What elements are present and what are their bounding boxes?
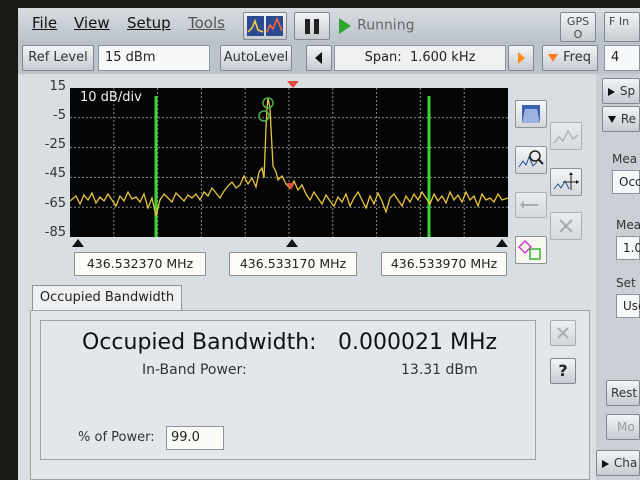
freq-label: Freq	[563, 50, 591, 65]
marker-circle	[258, 110, 270, 122]
gps-label: GPS	[566, 15, 590, 28]
markers-icon	[517, 239, 541, 260]
f-in-label: F In	[609, 15, 630, 28]
meas-label: Mea	[612, 152, 638, 166]
y-tick: -85	[44, 225, 66, 240]
spectrum-plot[interactable]: 10 dB/div	[69, 88, 509, 237]
side-panel-cha-section[interactable]: Cha	[596, 450, 640, 476]
play-icon	[339, 17, 351, 34]
side-item-label: Cha	[613, 456, 638, 470]
span-decrease-button[interactable]	[306, 45, 332, 71]
delete-button[interactable]	[550, 212, 582, 240]
menu-tools[interactable]: Tools	[188, 14, 225, 32]
menu-view[interactable]: View	[74, 14, 110, 32]
running-status: Running	[338, 15, 414, 35]
running-label: Running	[357, 17, 415, 34]
chevron-down-icon	[548, 53, 558, 62]
side-panel-span-section[interactable]: Sp	[602, 78, 640, 104]
set-label: Set	[616, 276, 636, 290]
zoom-button[interactable]	[515, 146, 547, 174]
freq-button[interactable]: Freq	[542, 45, 598, 71]
spectrum-icon	[247, 16, 283, 36]
chevron-right-icon	[602, 459, 609, 468]
chevron-down-icon	[608, 116, 616, 123]
spectrum-trace	[69, 88, 509, 237]
ref-level-input[interactable]: 15 dBm	[98, 45, 210, 71]
gps-button[interactable]: GPS O	[560, 12, 596, 42]
undo-button[interactable]	[515, 192, 547, 218]
move-icon	[553, 172, 579, 190]
bandwidth-icon	[522, 105, 540, 123]
restore-button[interactable]: Rest	[606, 380, 640, 406]
peak-search-icon	[553, 129, 579, 144]
mea2-label: Mea	[616, 218, 640, 232]
percent-power-input[interactable]: 99.0	[166, 426, 224, 450]
menu-file[interactable]: File	[32, 14, 57, 32]
span-label: Span:	[364, 50, 402, 65]
set-select[interactable]: Use	[616, 294, 640, 318]
side-item-label: Re	[620, 112, 637, 126]
peak-icon-button[interactable]	[550, 122, 582, 150]
tab-occupied-bandwidth[interactable]: Occupied Bandwidth	[32, 285, 182, 311]
chevron-right-icon	[608, 87, 615, 96]
obw-value: 0.000021 MHz	[338, 330, 498, 355]
menu-setup[interactable]: Setup	[127, 14, 171, 32]
y-tick: -5	[53, 108, 66, 123]
span-value: 1.600 kHz	[409, 50, 476, 65]
side-panel-re-section[interactable]: Re	[602, 106, 640, 132]
y-tick: 15	[49, 79, 66, 94]
trace-icon-button[interactable]	[515, 100, 547, 128]
f-in-button[interactable]: F In	[604, 12, 640, 42]
meas-select[interactable]: Occ	[612, 170, 640, 194]
y-tick: -45	[44, 166, 66, 181]
help-button[interactable]: ?	[550, 358, 576, 384]
stop-frequency: 436.533970 MHz	[381, 252, 507, 276]
trace-view-button[interactable]	[243, 12, 287, 40]
y-tick: -65	[44, 196, 66, 211]
side-item-label: Sp	[619, 84, 636, 98]
undo-icon	[520, 201, 538, 209]
mea2-input[interactable]: 1.0	[616, 236, 640, 260]
obw-label: Occupied Bandwidth:	[82, 330, 317, 355]
close-icon	[559, 219, 573, 233]
inband-value: 13.31 dBm	[401, 362, 478, 378]
arrow-left-icon	[315, 52, 322, 64]
axis-markers	[72, 239, 508, 247]
inband-label: In-Band Power:	[142, 362, 247, 378]
arrow-right-icon	[518, 52, 525, 64]
markers-button[interactable]	[515, 236, 547, 264]
more-button[interactable]: Mo	[606, 414, 640, 440]
pause-button[interactable]	[294, 12, 330, 40]
center-freq-input[interactable]: 4	[604, 45, 640, 71]
pause-icon	[305, 19, 319, 34]
ref-level-button[interactable]: Ref Level	[22, 45, 94, 71]
scale-label: 10 dB/div	[80, 90, 142, 105]
close-icon	[557, 327, 569, 339]
autolevel-button[interactable]: AutoLevel	[220, 45, 292, 71]
y-tick: -25	[44, 137, 66, 152]
close-results-button[interactable]	[550, 320, 576, 346]
zoom-icon	[518, 150, 544, 168]
gps-status: O	[573, 28, 583, 41]
percent-power-label: % of Power:	[78, 430, 155, 445]
start-frequency: 436.532370 MHz	[74, 252, 206, 276]
span-field[interactable]: Span: 1.600 kHz	[334, 45, 506, 71]
span-increase-button[interactable]	[508, 45, 534, 71]
center-marker-icon	[287, 81, 299, 88]
center-frequency: 436.533170 MHz	[229, 252, 357, 276]
pan-button[interactable]	[550, 168, 582, 196]
